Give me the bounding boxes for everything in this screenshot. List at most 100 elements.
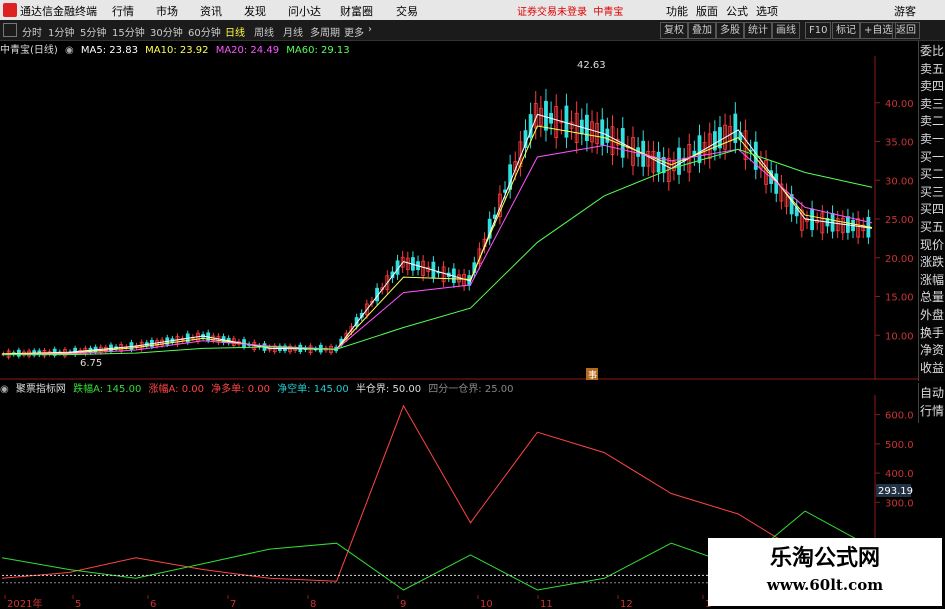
candle-body (810, 208, 814, 231)
user-label[interactable]: 游客 (894, 3, 916, 19)
period-tab-2[interactable]: 5分钟 (80, 24, 106, 39)
menu-item-2[interactable]: 资讯 (200, 3, 222, 19)
menu-item-1[interactable]: 市场 (156, 3, 178, 19)
side-item-18[interactable]: 收益 (919, 360, 945, 377)
right-menu-item-0[interactable]: 功能 (666, 3, 688, 19)
ind-tick-label: 400.0 (885, 469, 914, 480)
x-tick-label: 10 (480, 599, 493, 609)
toolbar-button-7[interactable]: +自选 (860, 22, 897, 39)
candle-body (789, 194, 794, 215)
period-tab-5[interactable]: 60分钟 (188, 24, 221, 39)
side-bottom-item-0[interactable]: 自动 (919, 385, 945, 402)
side-item-0[interactable]: 委比 (919, 43, 945, 60)
x-tick-label: 12 (620, 599, 633, 609)
side-bottom-panel: 自动 行情 (918, 383, 945, 423)
indicator-legend: ◉ 聚票指标网 跌幅A: 145.00 涨幅A: 0.00 净多单: 0.00 … (0, 380, 517, 395)
right-menu-item-2[interactable]: 公式 (726, 3, 748, 19)
low-annotation: 6.75 (80, 358, 102, 369)
toolbar-button-1[interactable]: 叠加 (688, 22, 716, 39)
ma10-label: MA10: 23.92 (145, 45, 209, 56)
period-more-chevron-icon[interactable]: › (368, 24, 372, 35)
period-tab-9[interactable]: 多周期 (310, 24, 340, 39)
ind-tick-label: 600.0 (885, 411, 914, 422)
side-item-11[interactable]: 现价 (919, 237, 945, 254)
period-tab-10[interactable]: 更多 (344, 24, 364, 39)
ma5-label: MA5: 23.83 (80, 45, 138, 56)
price-chart[interactable]: 40.00 35.00 30.00 25.00 20.00 15.00 10.00 42.6… (0, 56, 918, 380)
ind-item-4: 半仓界: 50.00 (355, 384, 422, 395)
x-tick-label: 5 (75, 599, 81, 609)
ind-tick-label: 300.0 (885, 498, 914, 509)
side-item-1[interactable]: 卖五 (919, 61, 945, 78)
period-tab-8[interactable]: 月线 (283, 24, 303, 39)
side-item-17[interactable]: 净资 (919, 342, 945, 359)
login-notice[interactable]: 证券交易未登录 中青宝 (517, 3, 623, 18)
main-legend: 中青宝(日线) ◉ MA5: 23.83 MA10: 23.92 MA20: 2… (0, 41, 354, 56)
toolbar-button-2[interactable]: 多股 (716, 22, 744, 39)
toggle-panel-icon[interactable] (3, 23, 17, 37)
toolbar-button-0[interactable]: 复权 (660, 22, 688, 39)
side-item-7[interactable]: 买二 (919, 166, 945, 183)
side-item-9[interactable]: 买四 (919, 201, 945, 218)
toolbar-button-3[interactable]: 统计 (744, 22, 772, 39)
ind-item-3: 净空单: 145.00 (277, 384, 349, 395)
toolbar-button-5[interactable]: F10 (805, 22, 832, 39)
side-item-14[interactable]: 总量 (919, 289, 945, 306)
toolbar-button-8[interactable]: 返回 (892, 22, 920, 39)
toolbar-button-6[interactable]: 标记 (832, 22, 860, 39)
side-item-4[interactable]: 卖二 (919, 113, 945, 130)
period-toolbar: 分时 1分钟 5分钟 15分钟 30分钟 60分钟 日线 周线 月线 多周期 更多 › 复权 叠加 多股 统计… (0, 20, 945, 41)
period-tab-4[interactable]: 30分钟 (150, 24, 183, 39)
side-bottom-item-1[interactable]: 行情 (919, 403, 945, 420)
side-item-5[interactable]: 卖一 (919, 131, 945, 148)
right-menu-item-1[interactable]: 版面 (696, 3, 718, 19)
candle-body (697, 135, 702, 164)
period-tab-6[interactable]: 日线 (225, 24, 245, 39)
ind-tick-label: 500.0 (885, 440, 914, 451)
x-tick-label: 7 (230, 599, 236, 609)
menu-bar: 通达信金融终端 证券交易未登录 中青宝 游客 行情 市场 资讯 发现 问小达 财富圈 交易 功… (0, 0, 945, 20)
menu-item-3[interactable]: 发现 (244, 3, 266, 19)
candle-body (600, 119, 605, 146)
candle-body (544, 100, 548, 131)
high-annotation: 42.63 (577, 60, 606, 71)
watermark-title: 乐淘公式网 (769, 546, 880, 571)
menu-item-6[interactable]: 交易 (396, 3, 418, 19)
candle-body (585, 114, 589, 141)
period-tab-0[interactable]: 分时 (22, 24, 42, 39)
price-tick-label: 10.00 (885, 331, 914, 342)
side-item-6[interactable]: 买一 (919, 149, 945, 166)
side-item-10[interactable]: 买五 (919, 219, 945, 236)
x-tick-label: 9 (400, 599, 406, 609)
menu-item-4[interactable]: 问小达 (288, 3, 321, 19)
x-tick-label: 2021年 (7, 597, 42, 609)
side-item-3[interactable]: 卖三 (919, 96, 945, 113)
quote-side-panel: 委比 卖五 卖四 卖三 卖二 卖一 买一 买二 买三 买四 买五 现价 涨跌 涨幅 总量 外盘 换手 净资 收益 (918, 41, 945, 381)
side-item-15[interactable]: 外盘 (919, 307, 945, 324)
ind-item-5: 四分一仓界: 25.00 (428, 384, 514, 395)
period-tab-7[interactable]: 周线 (254, 24, 274, 39)
menu-item-5[interactable]: 财富圈 (340, 3, 373, 19)
ma60-label: MA60: 29.13 (286, 45, 350, 56)
indicator-toggle-icon[interactable]: ◉ (0, 384, 9, 395)
period-tab-3[interactable]: 15分钟 (112, 24, 145, 39)
indicator-current-value: 293.19 (878, 486, 913, 497)
ind-item-1: 涨幅A: 0.00 (148, 384, 204, 395)
side-item-12[interactable]: 涨跌 (919, 254, 945, 271)
side-item-13[interactable]: 涨幅 (919, 272, 945, 289)
indicator-name: 聚票指标网 (15, 384, 66, 395)
price-tick-label: 15.00 (885, 293, 914, 304)
ma-toggle-icon[interactable]: ◉ (65, 45, 74, 56)
right-menu-item-3[interactable]: 选项 (756, 3, 778, 19)
x-tick-label: 6 (150, 599, 156, 609)
candle-body (564, 105, 569, 138)
side-item-2[interactable]: 卖四 (919, 78, 945, 95)
side-item-8[interactable]: 买三 (919, 184, 945, 201)
x-tick-label: 11 (540, 599, 553, 609)
period-tab-1[interactable]: 1分钟 (48, 24, 74, 39)
price-tick-label: 20.00 (885, 254, 914, 265)
menu-item-0[interactable]: 行情 (112, 3, 134, 19)
price-tick-label: 30.00 (885, 176, 914, 187)
toolbar-button-4[interactable]: 画线 (772, 22, 800, 39)
side-item-16[interactable]: 换手 (919, 325, 945, 342)
